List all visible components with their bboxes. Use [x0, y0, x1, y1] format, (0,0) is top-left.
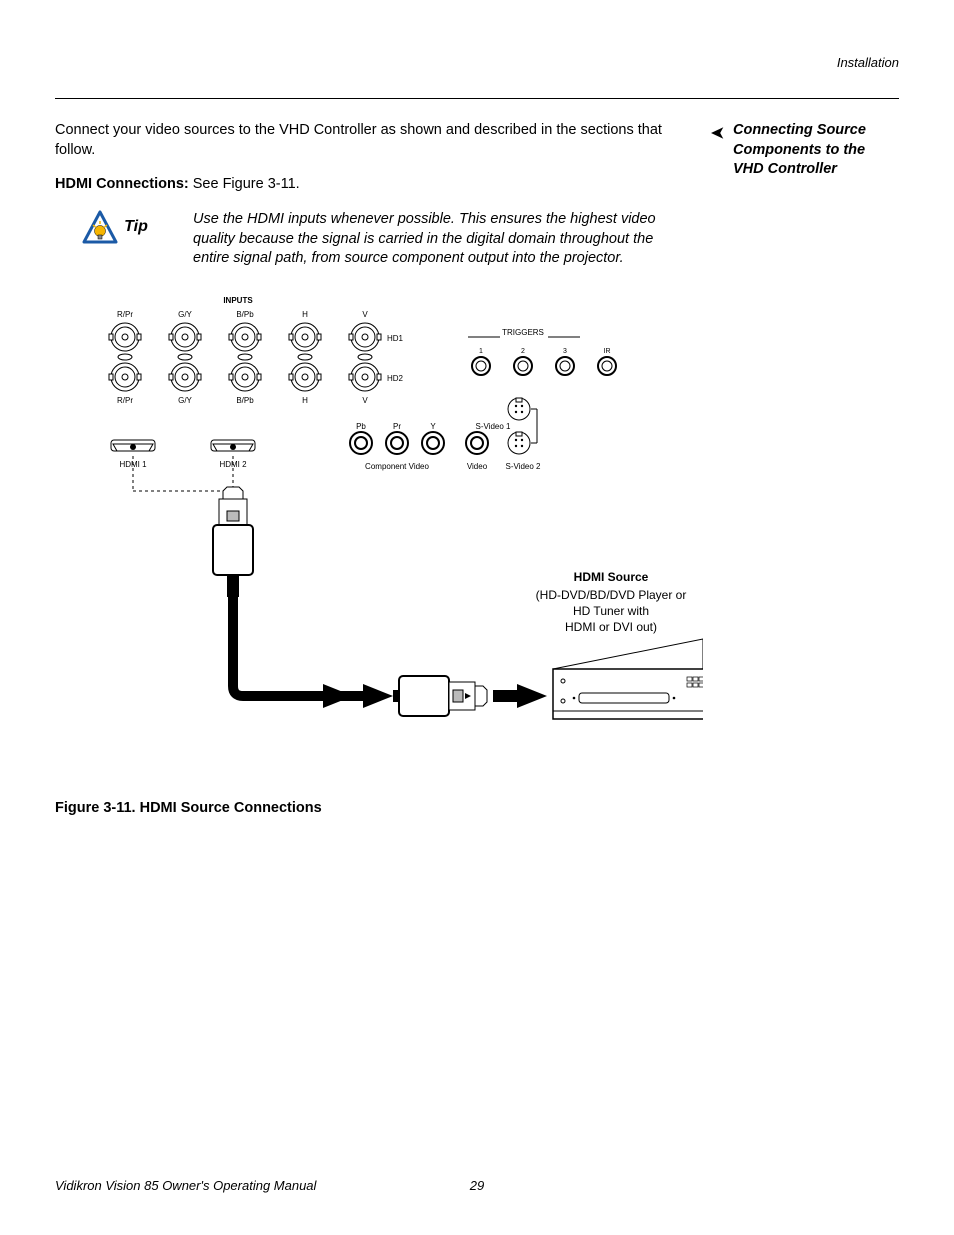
- arrow-left-icon: ➤: [711, 123, 724, 145]
- hdmi-connections-line: HDMI Connections: See Figure 3-11.: [55, 176, 703, 192]
- label-v-top: V: [362, 310, 368, 319]
- label-source-line2: HD Tuner with: [573, 604, 649, 618]
- intro-paragraph: Connect your video sources to the VHD Co…: [55, 121, 703, 160]
- hdmi-connections-rest: See Figure 3-11.: [193, 176, 300, 192]
- main-column: Connect your video sources to the VHD Co…: [55, 121, 703, 816]
- label-trig-2: 2: [521, 348, 525, 355]
- label-svideo2: S-Video 2: [506, 462, 542, 471]
- label-h-bot: H: [302, 396, 308, 405]
- label-pb: Pb: [356, 422, 366, 431]
- bnc-rows: HD1: [109, 323, 404, 391]
- hdmi-connections-bold: HDMI Connections:: [55, 176, 193, 192]
- tip-icon: [82, 210, 118, 244]
- label-hdmi-source: HDMI Source: [574, 570, 649, 584]
- hdmi-connector-vertical: [213, 487, 253, 597]
- label-gy-bot: G/Y: [178, 396, 192, 405]
- sidebar-title: Connecting Source Components to the VHD …: [733, 122, 866, 177]
- label-svideo1: S-Video 1: [476, 422, 512, 431]
- hdmi-port-2: [211, 440, 255, 451]
- figure-caption: Figure 3-11. HDMI Source Connections: [55, 800, 703, 816]
- hdmi-connector-horizontal: [393, 676, 487, 716]
- diagram: INPUTS R/Pr G/Y B/Pb H V: [63, 291, 703, 776]
- tip-block: Tip Use the HDMI inputs whenever possibl…: [55, 210, 703, 269]
- label-gy-top: G/Y: [178, 310, 192, 319]
- label-v-bot: V: [362, 396, 368, 405]
- label-ir: IR: [604, 348, 611, 355]
- label-rpr-top: R/Pr: [117, 310, 133, 319]
- label-hd2: HD2: [387, 374, 404, 383]
- label-bpb-bot: B/Pb: [236, 396, 254, 405]
- label-h-top: H: [302, 310, 308, 319]
- sidebar-column: ➤ Connecting Source Components to the VH…: [723, 121, 899, 816]
- label-hd1: HD1: [387, 334, 404, 343]
- tip-text: Use the HDMI inputs whenever possible. T…: [193, 210, 663, 269]
- footer-page-number: 29: [470, 1178, 484, 1193]
- label-trig-1: 1: [479, 348, 483, 355]
- label-inputs: INPUTS: [223, 296, 253, 305]
- header-section: Installation: [55, 55, 899, 70]
- label-pr: Pr: [393, 422, 401, 431]
- label-component-video: Component Video: [365, 462, 429, 471]
- footer: Vidikron Vision 85 Owner's Operating Man…: [55, 1178, 899, 1193]
- label-rpr-bot: R/Pr: [117, 396, 133, 405]
- label-trig-3: 3: [563, 348, 567, 355]
- sidebar-heading: ➤ Connecting Source Components to the VH…: [733, 121, 899, 180]
- label-video: Video: [467, 462, 488, 471]
- source-device: [553, 639, 703, 719]
- label-source-line3: HDMI or DVI out): [565, 620, 657, 634]
- tip-label: Tip: [124, 218, 148, 236]
- label-triggers: TRIGGERS: [502, 328, 544, 337]
- tip-icon-wrap: Tip: [55, 210, 175, 244]
- content-row: Connect your video sources to the VHD Co…: [55, 121, 899, 816]
- label-source-line1: (HD-DVD/BD/DVD Player or: [536, 588, 687, 602]
- label-bpb-top: B/Pb: [236, 310, 254, 319]
- label-y: Y: [430, 422, 436, 431]
- header-rule: [55, 98, 899, 99]
- hdmi-port-1: [111, 440, 155, 451]
